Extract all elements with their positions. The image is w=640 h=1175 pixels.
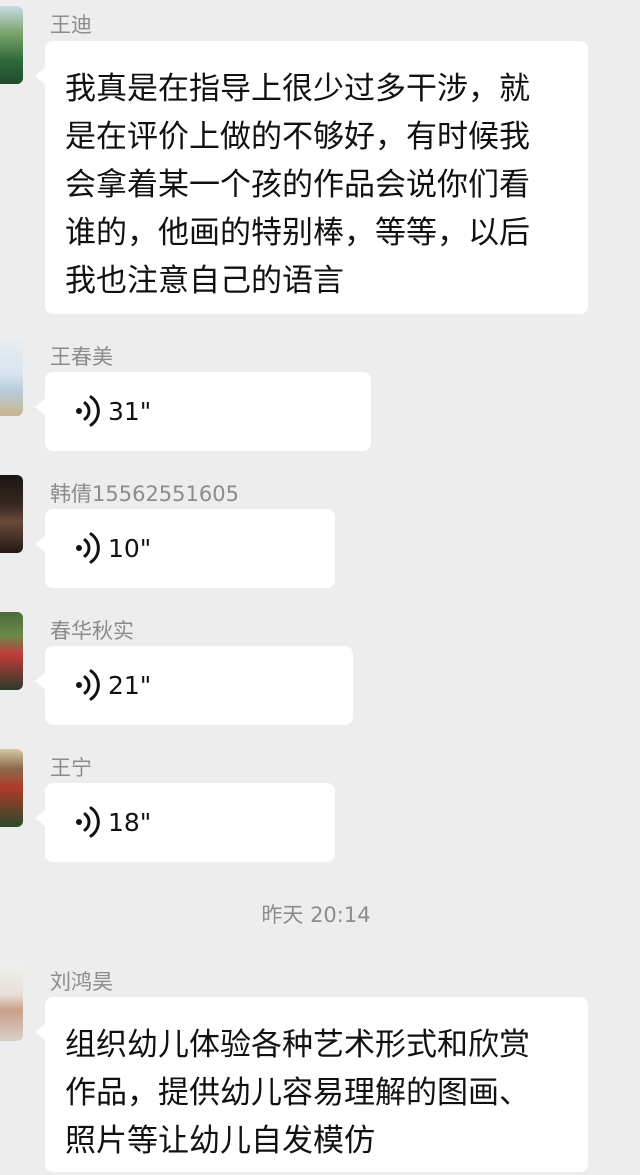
voice-wave-icon bbox=[76, 669, 100, 701]
message-line: 会拿着某一个孩的作品会说你们看 bbox=[65, 167, 530, 203]
voice-wave-icon bbox=[76, 532, 100, 564]
avatar[interactable] bbox=[0, 749, 23, 827]
voice-wave-icon bbox=[76, 395, 100, 427]
message-line: 我真是在指导上很少过多干涉，就 bbox=[65, 71, 530, 107]
avatar[interactable] bbox=[0, 963, 23, 1041]
voice-duration: 21" bbox=[108, 671, 152, 700]
message-line: 组织幼儿体验各种艺术形式和欣赏 bbox=[65, 1027, 530, 1063]
sender-name: 王春美 bbox=[50, 345, 113, 369]
message-line: 我也注意自己的语言 bbox=[65, 263, 344, 299]
voice-message-bubble[interactable]: 21" bbox=[35, 646, 353, 725]
sender-name: 王迪 bbox=[50, 13, 92, 37]
sender-name: 刘鸿昊 bbox=[50, 970, 113, 994]
voice-duration: 18" bbox=[108, 808, 152, 837]
timestamp-divider: 昨天 20:14 bbox=[261, 903, 371, 927]
sender-name: 王宁 bbox=[50, 756, 92, 780]
avatar[interactable] bbox=[0, 338, 23, 416]
voice-wave-icon bbox=[76, 806, 100, 838]
avatar[interactable] bbox=[0, 6, 23, 84]
message-line: 作品，提供幼儿容易理解的图画、 bbox=[65, 1075, 530, 1111]
voice-message-bubble[interactable]: 18" bbox=[35, 783, 335, 862]
sender-name: 春华秋实 bbox=[50, 619, 134, 643]
avatar[interactable] bbox=[0, 612, 23, 690]
message-line: 照片等让幼儿自发模仿 bbox=[65, 1123, 375, 1159]
sender-name: 韩倩15562551605 bbox=[50, 482, 239, 506]
voice-message-bubble[interactable]: 10" bbox=[35, 509, 335, 588]
message-bubble[interactable]: 组织幼儿体验各种艺术形式和欣赏 作品，提供幼儿容易理解的图画、 照片等让幼儿自发… bbox=[35, 997, 588, 1172]
avatar[interactable] bbox=[0, 475, 23, 553]
message-line: 谁的，他画的特别棒，等等，以后 bbox=[65, 215, 530, 251]
voice-message-bubble[interactable]: 31" bbox=[35, 372, 371, 451]
voice-duration: 10" bbox=[108, 534, 152, 563]
message-line: 是在评价上做的不够好，有时候我 bbox=[65, 119, 530, 155]
voice-duration: 31" bbox=[108, 397, 152, 426]
message-bubble[interactable]: 我真是在指导上很少过多干涉，就 是在评价上做的不够好，有时候我 会拿着某一个孩的… bbox=[35, 41, 588, 314]
